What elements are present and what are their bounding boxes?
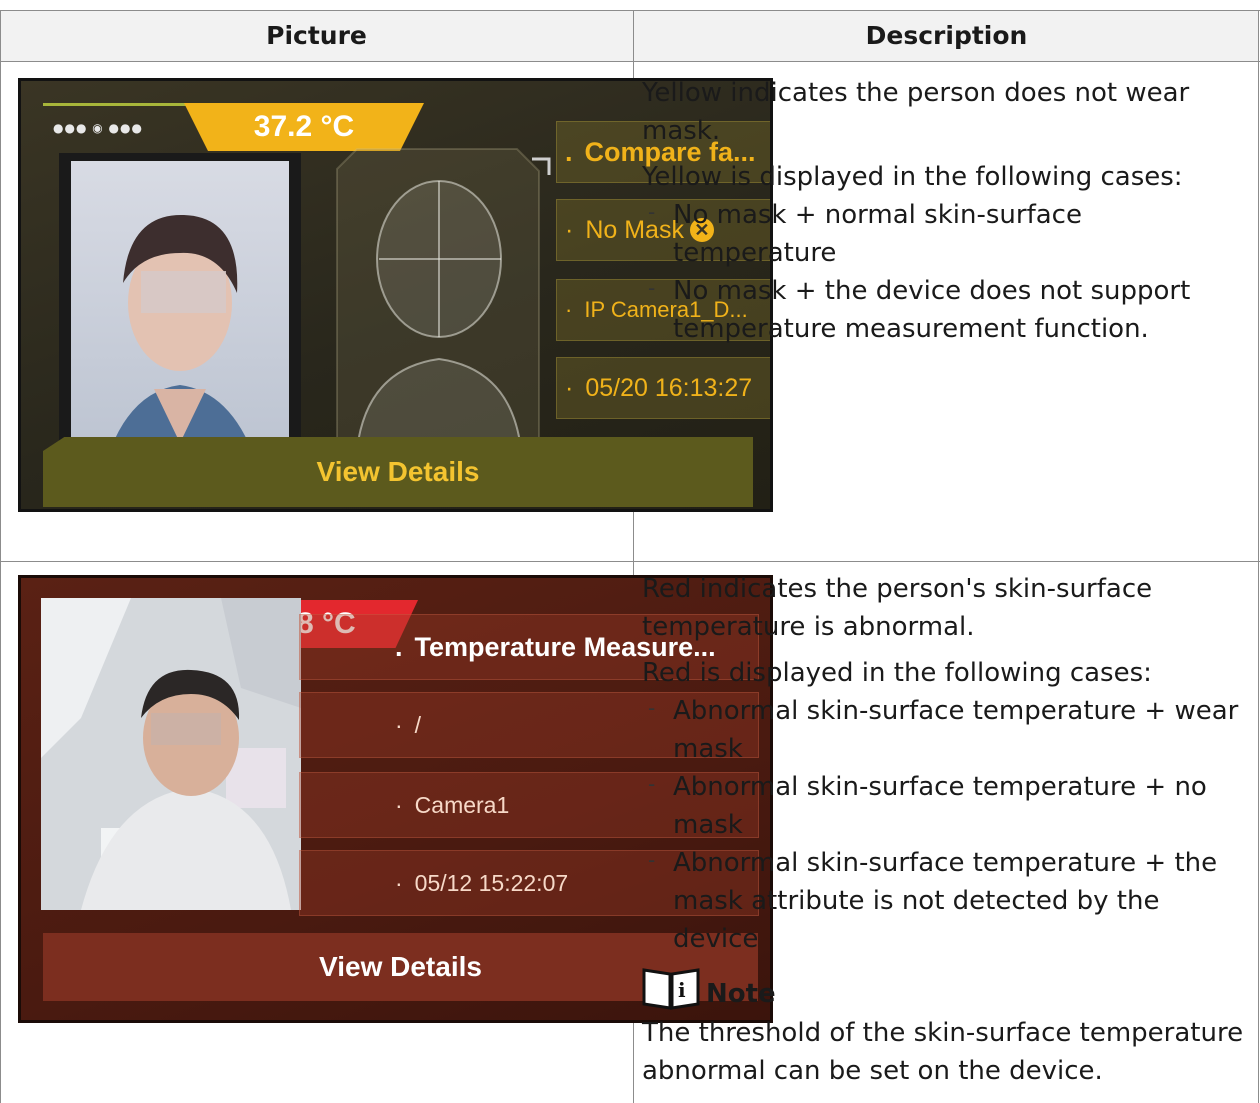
bullet: . bbox=[565, 136, 573, 167]
bullet: · bbox=[395, 791, 403, 818]
camera-text: Camera1 bbox=[414, 791, 510, 818]
header-description: Description bbox=[865, 21, 1028, 50]
list-item: Abnormal skin-surface temperature + the … bbox=[642, 841, 1252, 958]
list-item: Abnormal skin-surface temperature + no m… bbox=[642, 765, 1252, 844]
yellow-description: Yellow indicates the person does not wea… bbox=[642, 74, 1252, 348]
bullet: · bbox=[565, 373, 574, 402]
table-border-right bbox=[1258, 10, 1259, 1103]
table-border-top bbox=[0, 10, 1260, 11]
table-border-row bbox=[0, 561, 1260, 562]
face-placeholder-icon bbox=[317, 119, 559, 489]
table-border-header bbox=[0, 61, 1260, 62]
red-cases-heading: Red is displayed in the following cases: bbox=[642, 658, 1152, 688]
view-details-button[interactable]: View Details bbox=[43, 437, 753, 507]
time-text: 05/20 16:13:27 bbox=[585, 373, 753, 402]
header-picture: Picture bbox=[266, 21, 367, 50]
time-text: 05/12 15:22:07 bbox=[414, 869, 569, 896]
list-item: No mask + the device does not support te… bbox=[642, 269, 1252, 348]
red-intro: Red indicates the person's skin-surface … bbox=[642, 574, 1153, 642]
list-item: No mask + normal skin-surface temperatur… bbox=[642, 193, 1252, 272]
note-title: Note bbox=[706, 979, 776, 1009]
signal-dots-icon: ●●● ◉ ●●● bbox=[53, 121, 143, 135]
yellow-cases-heading: Yellow is displayed in the following cas… bbox=[642, 162, 1183, 192]
bullet: · bbox=[395, 869, 403, 896]
yellow-cases-list: No mask + normal skin-surface temperatur… bbox=[642, 193, 1252, 348]
note-heading: i Note bbox=[642, 962, 1252, 1014]
mask-status-text: / bbox=[414, 711, 422, 738]
bullet: · bbox=[395, 711, 403, 738]
note-book-icon: i bbox=[642, 966, 700, 1010]
bullet: · bbox=[565, 215, 574, 244]
time-field: · 05/20 16:13:27 bbox=[556, 357, 770, 419]
bullet: · bbox=[565, 297, 573, 322]
list-item: Abnormal skin-surface temperature + wear… bbox=[642, 689, 1252, 768]
note-text: The threshold of the skin-surface temper… bbox=[642, 1018, 1244, 1086]
red-description: Red indicates the person's skin-surface … bbox=[642, 570, 1252, 1090]
captured-face-photo bbox=[41, 598, 301, 910]
yellow-intro: Yellow indicates the person does not wea… bbox=[642, 78, 1190, 146]
progress-line bbox=[43, 103, 193, 106]
svg-text:i: i bbox=[678, 978, 686, 1002]
table-border-left bbox=[0, 10, 1, 1103]
bullet: . bbox=[395, 631, 403, 662]
red-cases-list: Abnormal skin-surface temperature + wear… bbox=[642, 689, 1252, 958]
